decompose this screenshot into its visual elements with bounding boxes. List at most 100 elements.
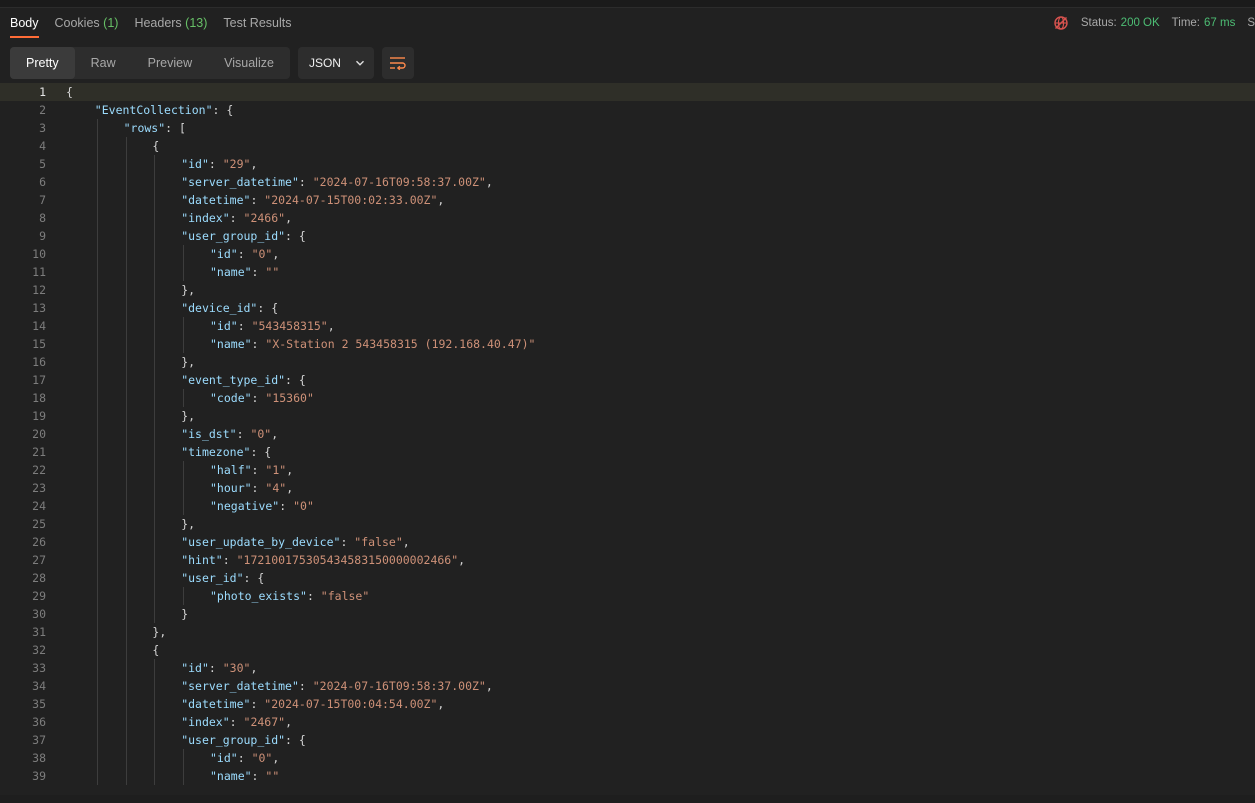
code-text: },: [152, 623, 166, 641]
view-raw-button[interactable]: Raw: [75, 47, 132, 79]
code-line[interactable]: 33 "id": "30",: [0, 659, 1255, 677]
indent-guide: [183, 335, 185, 353]
indent-guide: [96, 191, 98, 209]
json-key: "server_datetime": [181, 679, 299, 693]
code-line[interactable]: 34 "server_datetime": "2024-07-16T09:58:3…: [0, 677, 1255, 695]
json-code-editor[interactable]: 1{2 "EventCollection": {3 "rows": [4{5 "id"…: [0, 83, 1255, 790]
tab-cookies[interactable]: Cookies (1): [55, 8, 119, 38]
code-line[interactable]: 1{: [0, 83, 1255, 101]
code-line[interactable]: 37 "user_group_id": {: [0, 731, 1255, 749]
code-line[interactable]: 35 "datetime": "2024-07-15T00:04:54.00Z",: [0, 695, 1255, 713]
code-line[interactable]: 9 "user_group_id": {: [0, 227, 1255, 245]
json-key: "is_dst": [181, 427, 237, 441]
code-line[interactable]: 25},: [0, 515, 1255, 533]
code-line[interactable]: 38 "id": "0",: [0, 749, 1255, 767]
indent-guide: [154, 497, 156, 515]
code-line[interactable]: 23 "hour": "4",: [0, 479, 1255, 497]
code-line[interactable]: 16},: [0, 353, 1255, 371]
code-line[interactable]: 27 "hint": "17210017530543458315000000246…: [0, 551, 1255, 569]
json-punctuation: ,: [272, 247, 280, 261]
code-line[interactable]: 2 "EventCollection": {: [0, 101, 1255, 119]
json-key: "user_group_id": [181, 229, 286, 243]
tab-body[interactable]: Body: [10, 8, 39, 38]
json-punctuation: ,: [272, 751, 280, 765]
code-line[interactable]: 12},: [0, 281, 1255, 299]
line-number: 21: [32, 445, 46, 459]
code-line[interactable]: 20 "is_dst": "0",: [0, 425, 1255, 443]
code-line[interactable]: 36 "index": "2467",: [0, 713, 1255, 731]
line-number: 32: [32, 643, 46, 657]
json-punctuation: ,: [458, 553, 466, 567]
code-line[interactable]: 19},: [0, 407, 1255, 425]
code-line[interactable]: 28 "user_id": {: [0, 569, 1255, 587]
line-number: 23: [32, 481, 46, 495]
code-line[interactable]: 4{: [0, 137, 1255, 155]
tab-test-results[interactable]: Test Results: [223, 8, 291, 38]
json-string-value: "2024-07-16T09:58:37.00Z": [312, 175, 486, 189]
view-visualize-button[interactable]: Visualize: [208, 47, 290, 79]
json-punctuation: :: [229, 715, 244, 729]
json-punctuation: : {: [250, 445, 272, 459]
code-line[interactable]: 15 "name": "X-Station 2 543458315 (192.16…: [0, 335, 1255, 353]
code-line[interactable]: 8 "index": "2466",: [0, 209, 1255, 227]
indent-guide: [154, 533, 156, 551]
code-line[interactable]: 39 "name": "": [0, 767, 1255, 785]
indent-guide: [183, 479, 185, 497]
code-line[interactable]: 10 "id": "0",: [0, 245, 1255, 263]
code-line[interactable]: 17 "event_type_id": {: [0, 371, 1255, 389]
json-key: "rows": [123, 121, 166, 135]
indent-guide: [125, 371, 127, 389]
time-value[interactable]: 67 ms: [1204, 17, 1235, 29]
indent-guide: [125, 767, 127, 785]
code-line[interactable]: 18 "code": "15360": [0, 389, 1255, 407]
json-string-value: "2467": [243, 715, 286, 729]
code-line[interactable]: 22 "half": "1",: [0, 461, 1255, 479]
status-code-value[interactable]: 200 OK: [1121, 17, 1160, 29]
format-dropdown[interactable]: JSON: [297, 47, 374, 79]
code-line[interactable]: 26 "user_update_by_device": "false",: [0, 533, 1255, 551]
indent-guide: [96, 623, 98, 641]
indent-guide: [96, 569, 98, 587]
code-line[interactable]: 32 {: [0, 641, 1255, 659]
code-line[interactable]: 14 "id": "543458315",: [0, 317, 1255, 335]
code-text: },: [181, 281, 195, 299]
code-line[interactable]: 31},: [0, 623, 1255, 641]
json-key: "name": [210, 265, 252, 279]
code-line[interactable]: 13 "device_id": {: [0, 299, 1255, 317]
code-line[interactable]: 21 "timezone": {: [0, 443, 1255, 461]
line-number: 24: [32, 499, 46, 513]
code-line[interactable]: 6 "server_datetime": "2024-07-16T09:58:37…: [0, 173, 1255, 191]
size-label-truncated: S: [1247, 17, 1255, 29]
code-line[interactable]: 24 "negative": "0": [0, 497, 1255, 515]
code-line[interactable]: 5 "id": "29",: [0, 155, 1255, 173]
indent-guide: [154, 443, 156, 461]
indent-guide: [154, 677, 156, 695]
line-number: 17: [32, 373, 46, 387]
code-text: "event_type_id": {: [181, 371, 306, 389]
view-pretty-button[interactable]: Pretty: [10, 47, 75, 79]
json-key: "hour": [210, 481, 252, 495]
indent-guide: [96, 695, 98, 713]
horizontal-scrollbar[interactable]: [0, 795, 1255, 803]
wrap-lines-button[interactable]: [381, 47, 414, 79]
json-punctuation: :: [236, 427, 251, 441]
indent-guide: [125, 587, 127, 605]
indent-guide: [125, 299, 127, 317]
view-preview-button[interactable]: Preview: [132, 47, 208, 79]
code-line[interactable]: 3 "rows": [: [0, 119, 1255, 137]
globe-error-icon[interactable]: [1053, 15, 1069, 31]
indent-guide: [154, 155, 156, 173]
indent-guide: [96, 605, 98, 623]
code-line[interactable]: 29 "photo_exists": "false": [0, 587, 1255, 605]
json-key: "name": [210, 769, 252, 783]
code-line[interactable]: 7 "datetime": "2024-07-15T00:02:33.00Z",: [0, 191, 1255, 209]
code-line[interactable]: 30}: [0, 605, 1255, 623]
line-number: 30: [32, 607, 46, 621]
tab-headers[interactable]: Headers (13): [134, 8, 207, 38]
line-number: 1: [39, 85, 46, 99]
indent-guide: [125, 731, 127, 749]
body-toolbar: Pretty Raw Preview Visualize JSON: [10, 47, 414, 79]
code-line[interactable]: 11 "name": "": [0, 263, 1255, 281]
code-text: "name": "X-Station 2 543458315 (192.168.…: [210, 335, 535, 353]
tab-headers-count: (13): [185, 16, 208, 30]
